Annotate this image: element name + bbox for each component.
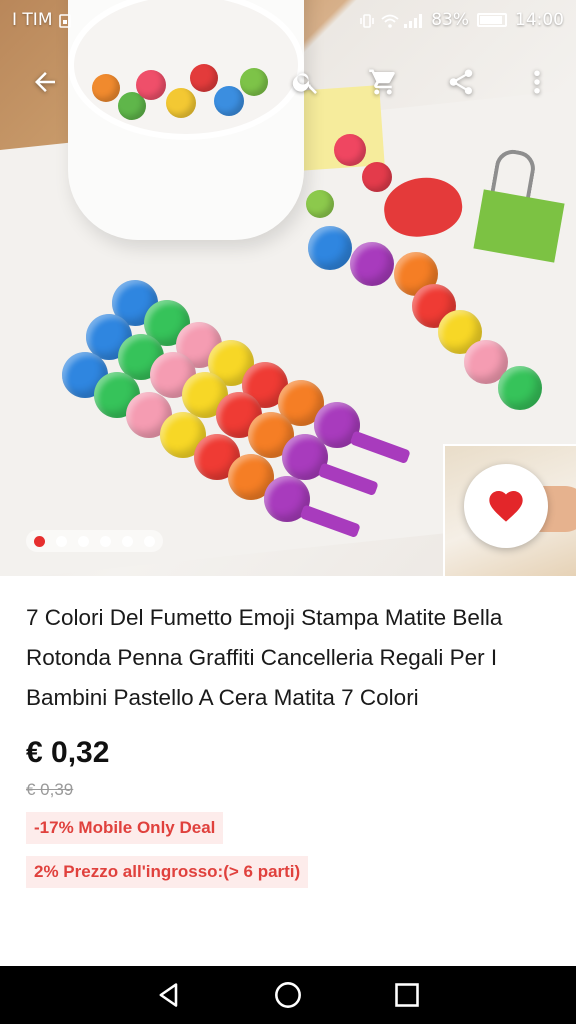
original-price: € 0,39 xyxy=(26,780,74,799)
more-vert-icon xyxy=(534,70,540,94)
cart-button[interactable] xyxy=(359,58,407,106)
carrier-label: I TIM xyxy=(12,10,53,30)
battery-percent: 83% xyxy=(431,10,469,30)
carousel-dot[interactable] xyxy=(78,535,89,547)
wholesale-badge[interactable]: 2% Prezzo all'ingrosso:(> 6 parti) xyxy=(26,856,309,888)
cart-icon xyxy=(369,69,395,95)
bead xyxy=(362,162,392,192)
system-nav-bar xyxy=(0,966,576,1024)
nav-recents-icon xyxy=(394,983,419,1007)
carousel-dot[interactable] xyxy=(100,535,111,547)
share-button[interactable] xyxy=(437,58,485,106)
carousel-dot-active[interactable] xyxy=(34,535,45,547)
crayon-head xyxy=(350,242,394,286)
battery-icon xyxy=(477,13,507,27)
nav-back-button[interactable] xyxy=(145,971,193,1019)
discount-badge: -17% Mobile Only Deal xyxy=(26,812,224,844)
clock: 14:00 xyxy=(515,10,564,30)
crayon-head xyxy=(498,366,542,410)
status-bar: I TIM 83% 14:00 xyxy=(0,0,576,40)
product-title: 7 Colori Del Fumetto Emoji Stampa Matite… xyxy=(26,605,503,710)
toolbar xyxy=(0,52,576,112)
back-button[interactable] xyxy=(21,58,69,106)
carousel-indicator xyxy=(26,530,163,552)
vibrate-icon xyxy=(359,13,375,28)
wishlist-button[interactable] xyxy=(464,464,548,548)
nav-back-icon xyxy=(159,983,178,1007)
search-icon xyxy=(292,73,317,94)
arrow-left-icon xyxy=(35,72,55,92)
wifi-icon xyxy=(381,13,399,28)
nav-home-button[interactable] xyxy=(264,971,312,1019)
bead xyxy=(306,190,334,218)
crayon-head xyxy=(308,226,352,270)
carousel-dot[interactable] xyxy=(144,535,155,547)
carousel-dot[interactable] xyxy=(56,535,67,547)
sim-icon xyxy=(58,13,72,28)
carousel-dot[interactable] xyxy=(122,535,133,547)
signal-icon xyxy=(403,13,423,28)
product-details: 7 Colori Del Fumetto Emoji Stampa Matite… xyxy=(0,576,576,888)
bead xyxy=(334,134,366,166)
heart-icon xyxy=(489,491,523,522)
product-price: € 0,32 xyxy=(26,736,110,769)
nav-recents-button[interactable] xyxy=(383,971,431,1019)
more-options-button[interactable] xyxy=(513,58,561,106)
search-button[interactable] xyxy=(282,58,330,106)
share-icon xyxy=(449,69,473,95)
nav-home-icon xyxy=(275,982,301,1008)
